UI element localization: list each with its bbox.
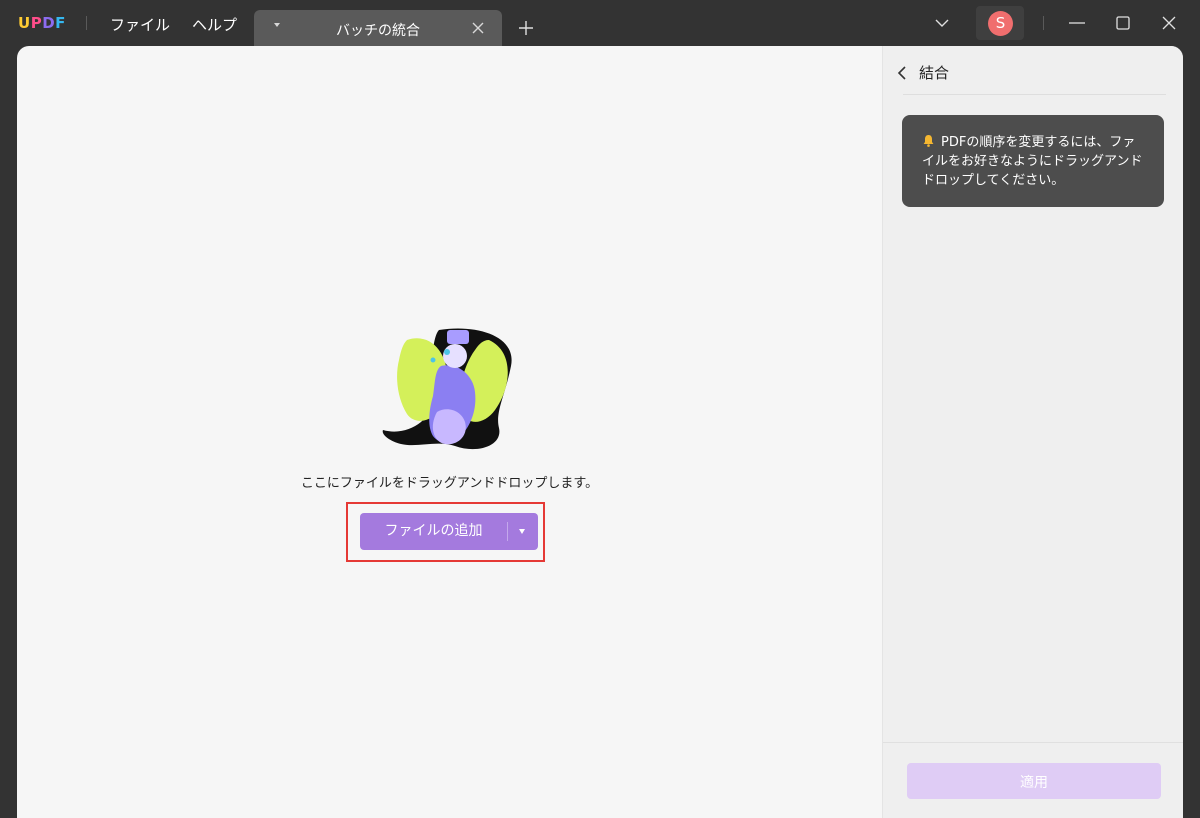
tab-batch-merge[interactable]: バッチの統合 (254, 10, 502, 46)
menu-help[interactable]: ヘルプ (192, 14, 237, 35)
tab-close-icon[interactable] (470, 20, 486, 36)
title-bar: UPDF ファイル ヘルプ バッチの統合 S (0, 0, 1200, 46)
logo-letter-p: P (30, 14, 43, 32)
updf-logo: UPDF (18, 14, 66, 32)
add-file-button-label[interactable]: ファイルの追加 (360, 513, 507, 550)
panel-footer-divider (883, 742, 1183, 743)
drop-instruction-text: ここにファイルをドラッグアンドドロップします。 (300, 476, 599, 491)
avatar: S (988, 11, 1013, 36)
user-avatar-button[interactable]: S (976, 6, 1024, 40)
menu-separator (86, 16, 87, 30)
content-area: ここにファイルをドラッグアンドドロップします。 ファイルの追加 結合 PDFの順… (17, 46, 1183, 818)
chevron-down-icon[interactable] (934, 16, 950, 30)
merge-panel: 結合 PDFの順序を変更するには、ファイルをお好きなようにドラッグアンドドロップ… (882, 46, 1183, 818)
bell-icon (923, 135, 934, 147)
apply-button[interactable]: 適用 (907, 763, 1161, 799)
tab-title: バッチの統合 (336, 23, 420, 39)
panel-title: 結合 (919, 64, 950, 82)
new-tab-plus-icon[interactable] (518, 20, 534, 36)
logo-letter-f: F (55, 14, 66, 32)
minimize-icon[interactable] (1068, 14, 1086, 32)
tip-text: PDFの順序を変更するには、ファイルをお好きなようにドラッグアンドドロップしてく… (922, 135, 1143, 188)
reorder-tip-box: PDFの順序を変更するには、ファイルをお好きなようにドラッグアンドドロップしてく… (902, 115, 1164, 207)
back-chevron-icon[interactable] (895, 64, 909, 82)
drag-drop-illustration (382, 328, 512, 450)
add-file-button-separator (507, 522, 508, 541)
logo-letter-d: D (42, 14, 56, 32)
maximize-icon[interactable] (1114, 14, 1132, 32)
window-controls-separator (1043, 16, 1044, 30)
close-window-icon[interactable] (1160, 14, 1178, 32)
add-file-button[interactable]: ファイルの追加 (360, 513, 538, 550)
panel-divider (903, 94, 1166, 95)
add-file-dropdown-caret-icon[interactable] (519, 529, 525, 534)
logo-letter-u: U (18, 14, 31, 32)
menu-file[interactable]: ファイル (110, 14, 170, 35)
